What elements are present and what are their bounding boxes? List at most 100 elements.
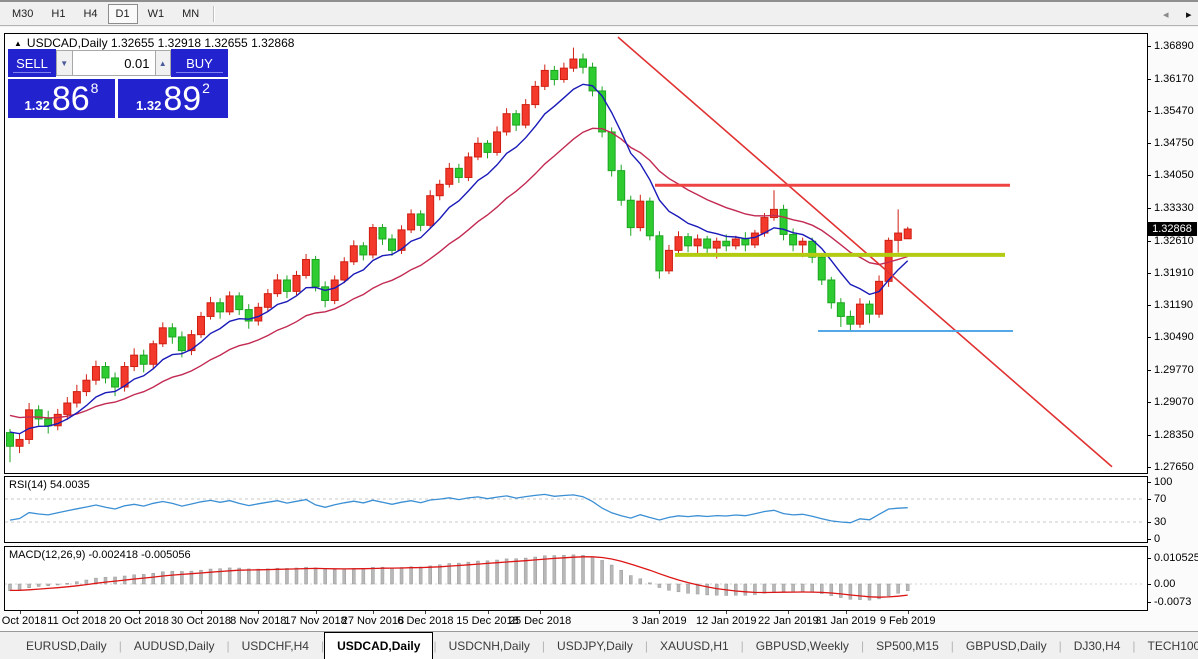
sell-price-pip: 8 bbox=[90, 80, 99, 96]
rsi-axis-label: 70 bbox=[1154, 493, 1167, 505]
date-axis-label: 17 Nov 2018 bbox=[284, 615, 347, 627]
price-axis-label: 1.34050 bbox=[1154, 169, 1194, 182]
timeframe-button-d1[interactable]: D1 bbox=[107, 3, 138, 24]
macd-axis-label-tick bbox=[1147, 584, 1151, 585]
date-axis-label: 2 Oct 2018 bbox=[0, 615, 47, 627]
date-tick bbox=[845, 611, 847, 614]
date-axis: 2 Oct 201811 Oct 201820 Oct 201830 Oct 2… bbox=[0, 611, 1147, 631]
price-axis-label-tick bbox=[1147, 466, 1151, 468]
lot-decrease-button[interactable]: ▼ bbox=[56, 50, 73, 76]
price-axis-label-tick bbox=[1147, 45, 1151, 47]
buy-price-pip: 2 bbox=[202, 80, 210, 96]
price-axis-label: 1.27650 bbox=[1154, 460, 1194, 473]
buy-price-prefix: 1.32 bbox=[136, 98, 162, 113]
chart-tab-bar: EURUSD,Daily | AUDUSD,Daily | USDCHF,H4 | USDC… bbox=[0, 631, 1198, 659]
toolbar-separator bbox=[213, 5, 216, 22]
date-tick bbox=[19, 611, 21, 614]
date-tick bbox=[487, 611, 489, 614]
price-axis-label: 1.36890 bbox=[1154, 39, 1194, 52]
date-tick bbox=[372, 611, 374, 614]
one-click-trading-panel: SELL ▼ ▲ BUY 1.32868 1.32892 bbox=[8, 49, 228, 118]
rsi-axis-label: 0 bbox=[1154, 533, 1161, 546]
buy-price-box[interactable]: 1.32 89 2 bbox=[118, 79, 228, 118]
rsi-chart[interactable] bbox=[5, 477, 1147, 542]
price-axis-label: 1.33330 bbox=[1154, 202, 1194, 214]
macd-axis-label: 0.010525 bbox=[1154, 551, 1198, 564]
price-axis-label: 1.32610 bbox=[1154, 234, 1194, 247]
price-axis-label-tick bbox=[1147, 208, 1151, 209]
date-tick bbox=[315, 611, 317, 614]
bottom-tab-xauusd-h1[interactable]: XAUUSD,H1 bbox=[648, 632, 741, 659]
timeframe-button-mn[interactable]: MN bbox=[174, 4, 207, 24]
rsi-axis-label: 30 bbox=[1154, 516, 1167, 528]
buy-button[interactable]: BUY bbox=[171, 49, 228, 77]
price-axis-label: 1.28350 bbox=[1154, 428, 1194, 441]
price-axis-label-tick bbox=[1147, 272, 1151, 274]
bottom-tab-tech100-h1[interactable]: TECH100,H1 bbox=[1136, 632, 1198, 659]
price-axis-label-tick bbox=[1147, 434, 1151, 436]
price-axis-label-tick bbox=[1147, 110, 1151, 112]
rsi-label: RSI(14) 54.0035 bbox=[9, 479, 90, 491]
price-axis-label-tick bbox=[1147, 305, 1151, 307]
date-axis-label: 27 Nov 2018 bbox=[341, 615, 405, 627]
rsi-axis-label-tick bbox=[1147, 481, 1151, 483]
price-axis-label: 1.31190 bbox=[1154, 299, 1193, 312]
bottom-tab-sp500-m15[interactable]: SP500,M15 bbox=[864, 632, 951, 659]
date-axis-label: 12 Jan 2019 bbox=[695, 615, 757, 627]
bottom-tab-usdchf-h4[interactable]: USDCHF,H4 bbox=[230, 632, 321, 659]
price-axis-label-tick bbox=[1147, 240, 1151, 242]
tab-scroll-right-icon[interactable]: ▸ bbox=[1186, 0, 1192, 28]
macd-label: MACD(12,26,9) -0.002418 -0.005056 bbox=[9, 549, 191, 561]
price-axis-label-tick bbox=[1147, 78, 1151, 80]
date-axis-label: 8 Nov 2018 bbox=[230, 615, 287, 627]
date-axis-label: 22 Jan 2019 bbox=[758, 615, 819, 627]
date-tick bbox=[258, 611, 260, 614]
tab-scroll-left-icon[interactable]: ◂ bbox=[1163, 0, 1169, 28]
bottom-tab-usdcnh-daily[interactable]: USDCNH,Daily bbox=[437, 632, 542, 659]
sell-button[interactable]: SELL bbox=[8, 49, 56, 77]
date-tick bbox=[726, 611, 728, 614]
rsi-axis-label: 100 bbox=[1154, 475, 1173, 488]
price-axis-label: 1.29770 bbox=[1154, 364, 1194, 377]
bottom-tab-dj30-h4[interactable]: DJ30,H4 bbox=[1062, 632, 1133, 659]
macd-axis-label: 0.00 bbox=[1154, 578, 1176, 590]
bottom-tab-eurusd-daily[interactable]: EURUSD,Daily bbox=[14, 632, 119, 659]
price-axis-label-tick bbox=[1147, 175, 1151, 177]
date-tick bbox=[76, 611, 78, 614]
date-axis-label: 9 Feb 2019 bbox=[879, 615, 936, 627]
timeframe-button-m30[interactable]: M30 bbox=[4, 4, 41, 24]
mt4-window: M30 H1 H4 D1 W1 MN ▲ USDCAD,Daily 1.32655 1.32… bbox=[0, 0, 1198, 659]
rsi-axis-label-tick bbox=[1147, 499, 1151, 500]
collapse-arrow-icon[interactable]: ▲ bbox=[14, 39, 22, 48]
rsi-indicator-pane[interactable] bbox=[4, 476, 1148, 543]
timeframe-button-h4[interactable]: H4 bbox=[75, 4, 105, 24]
timeframe-button-w1[interactable]: W1 bbox=[140, 4, 173, 24]
lot-size-stepper: ▼ ▲ bbox=[56, 50, 171, 76]
lot-increase-button[interactable]: ▲ bbox=[154, 50, 171, 76]
price-axis-label: 1.31910 bbox=[1154, 266, 1194, 279]
bottom-tab-audusd-daily[interactable]: AUDUSD,Daily bbox=[122, 632, 227, 659]
spinner-up-icon: ▲ bbox=[158, 58, 167, 68]
fast-ma-line bbox=[9, 83, 909, 435]
descending-trendline[interactable] bbox=[617, 36, 1113, 468]
bottom-tab-gbpusd-weekly[interactable]: GBPUSD,Weekly bbox=[744, 632, 861, 659]
price-axis-label: 1.34750 bbox=[1154, 137, 1194, 150]
timeframe-button-h1[interactable]: H1 bbox=[43, 4, 73, 24]
date-tick bbox=[907, 611, 909, 614]
price-axis-label-tick bbox=[1147, 402, 1151, 404]
date-axis-label: 11 Oct 2018 bbox=[47, 615, 107, 627]
bottom-tab-usdjpy-daily[interactable]: USDJPY,Daily bbox=[545, 632, 645, 659]
date-axis-label: 3 Jan 2019 bbox=[632, 615, 687, 627]
timeframe-toolbar: M30 H1 H4 D1 W1 MN bbox=[0, 2, 1198, 26]
date-tick bbox=[540, 611, 542, 614]
date-tick bbox=[788, 611, 790, 614]
bottom-tab-gbpusd-daily[interactable]: GBPUSD,Daily bbox=[954, 632, 1059, 659]
price-axis-label-tick bbox=[1147, 370, 1151, 372]
date-axis-label: 25 Dec 2018 bbox=[508, 615, 572, 627]
sell-price-box[interactable]: 1.32 86 8 bbox=[8, 79, 115, 118]
spinner-down-icon: ▼ bbox=[60, 58, 69, 68]
lot-size-input[interactable] bbox=[72, 50, 155, 76]
bottom-tab-usdcad-daily[interactable]: USDCAD,Daily bbox=[324, 632, 434, 659]
rsi-axis-label-tick bbox=[1147, 539, 1151, 541]
rsi-axis-label-tick bbox=[1147, 522, 1151, 523]
